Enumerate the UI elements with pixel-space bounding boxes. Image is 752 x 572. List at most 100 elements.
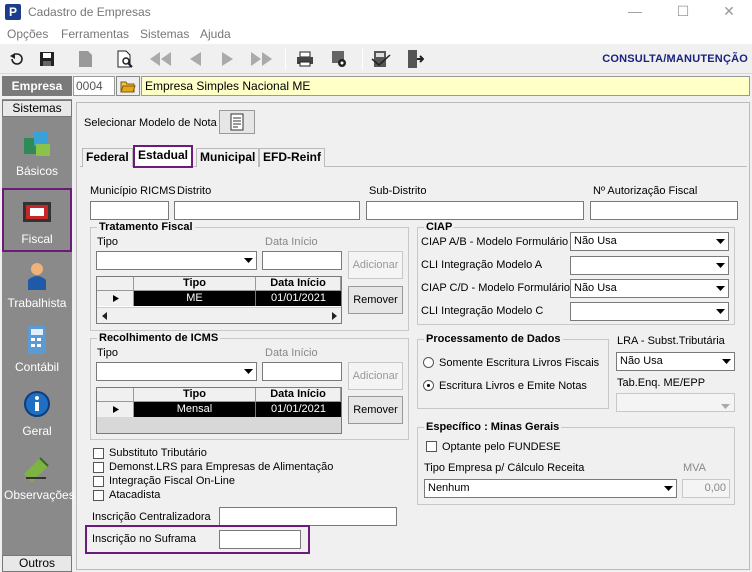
sidebar-item-observacoes[interactable]: Observações — [4, 446, 75, 506]
recolhimento-tipo-select[interactable] — [96, 362, 257, 381]
inscricao-centralizadora-label: Inscrição Centralizadora — [92, 511, 211, 523]
sidebar-item-label: Geral — [22, 424, 52, 438]
autorizacao-label: Nº Autorização Fiscal — [593, 185, 698, 197]
tab-enq-label: Tab.Enq. ME/EPP — [617, 377, 706, 389]
sidebar-item-basicos[interactable]: Básicos — [4, 122, 70, 182]
cli-a-label: CLI Integração Modelo A — [421, 259, 543, 271]
checkbox-integracao[interactable] — [93, 476, 104, 487]
menu-opcoes[interactable]: Opções — [7, 27, 48, 41]
tab-enq-select[interactable] — [616, 393, 735, 412]
ciap-cd-select[interactable]: Não Usa — [570, 279, 729, 298]
config-print-icon[interactable] — [326, 47, 352, 71]
select-model-button[interactable] — [219, 110, 255, 134]
exit-door-icon[interactable] — [402, 47, 428, 71]
tratamento-data-label: Data Início — [265, 236, 318, 248]
undo-icon[interactable] — [4, 47, 30, 71]
checkbox-atacadista[interactable] — [93, 490, 104, 501]
sidebar-header[interactable]: Sistemas — [2, 100, 72, 117]
lra-select[interactable]: Não Usa — [616, 352, 735, 371]
maximize-button[interactable]: ☐ — [660, 0, 706, 24]
toolbar-separator — [362, 48, 363, 70]
close-button[interactable]: ✕ — [706, 0, 752, 24]
checkbox-demonst[interactable] — [93, 462, 104, 473]
minimize-button[interactable]: — — [612, 0, 658, 24]
inscricao-centralizadora-field[interactable] — [219, 507, 397, 526]
table-row[interactable]: Mensal — [134, 402, 256, 417]
lra-label: LRA - Subst.Tributária — [617, 335, 725, 347]
tratamento-title: Tratamento Fiscal — [97, 221, 195, 233]
tipo-empresa-value: Nenhum — [428, 482, 470, 494]
mva-field[interactable]: 0,00 — [682, 479, 730, 498]
recolhimento-data-field[interactable] — [262, 362, 342, 381]
sidebar-item-geral[interactable]: Geral — [4, 382, 70, 442]
tab-municipal[interactable]: Municipal — [196, 148, 260, 167]
horizontal-scrollbar[interactable] — [97, 307, 341, 323]
empresa-label: Empresa — [2, 76, 72, 96]
table-row[interactable]: 01/01/2021 — [256, 291, 341, 306]
checkbox-fundese[interactable] — [426, 441, 437, 452]
previous-record-icon — [182, 47, 208, 71]
distrito-label: Distrito — [177, 185, 212, 197]
checkbox-demonst-label: Demonst.LRS para Empresas de Alimentação — [109, 461, 334, 473]
tab-estadual[interactable]: Estadual — [132, 145, 194, 168]
recolhimento-remove-button[interactable]: Remover — [348, 396, 403, 424]
subdistrito-label: Sub-Distrito — [369, 185, 427, 197]
preview-icon[interactable] — [112, 47, 138, 71]
chevron-down-icon — [661, 481, 675, 496]
tab-federal[interactable]: Federal — [82, 148, 133, 167]
recolhimento-add-button[interactable]: Adicionar — [348, 362, 403, 390]
cli-a-select[interactable] — [570, 256, 729, 275]
menu-ajuda[interactable]: Ajuda — [200, 27, 231, 41]
tratamento-add-button[interactable]: Adicionar — [348, 251, 403, 279]
tratamento-tipo-select[interactable] — [96, 251, 257, 270]
checkbox-substituto[interactable] — [93, 448, 104, 459]
municipio-field[interactable] — [90, 201, 169, 220]
cli-c-select[interactable] — [570, 302, 729, 321]
chevron-down-icon — [713, 304, 727, 319]
sidebar-item-trabalhista[interactable]: Trabalhista — [4, 254, 70, 314]
chevron-down-icon — [713, 281, 727, 296]
menu-sistemas[interactable]: Sistemas — [140, 27, 189, 41]
sidebar-item-label: Trabalhista — [7, 296, 67, 310]
tipo-empresa-select[interactable]: Nenhum — [424, 479, 677, 498]
processamento-title: Processamento de Dados — [424, 333, 563, 345]
processamento-group — [417, 339, 609, 409]
checkbox-integracao-label: Integração Fiscal On-Line — [109, 475, 235, 487]
tratamento-data-field[interactable] — [262, 251, 342, 270]
menu-ferramentas[interactable]: Ferramentas — [61, 27, 129, 41]
table-row[interactable]: 01/01/2021 — [256, 402, 341, 417]
app-icon: P — [5, 4, 21, 20]
empresa-name-field[interactable]: Empresa Simples Nacional ME — [141, 76, 750, 96]
autorizacao-field[interactable] — [590, 201, 738, 220]
distrito-field[interactable] — [174, 201, 360, 220]
table-row[interactable]: ME — [134, 291, 256, 306]
ciap-ab-select[interactable]: Não Usa — [570, 232, 729, 251]
chevron-down-icon — [713, 234, 727, 249]
radio-somente-escritura[interactable] — [423, 357, 434, 368]
cli-c-label: CLI Integração Modelo C — [421, 305, 544, 317]
grid-header-tipo: Tipo — [134, 277, 256, 291]
register-icon — [20, 196, 54, 228]
chevron-down-icon — [241, 253, 255, 268]
minas-title: Específico : Minas Gerais — [424, 421, 562, 433]
open-folder-icon[interactable] — [116, 76, 140, 96]
ciap-title: CIAP — [424, 221, 455, 233]
subdistrito-field[interactable] — [366, 201, 584, 220]
sidebar-item-fiscal[interactable]: Fiscal — [2, 188, 72, 252]
row-pointer-icon — [113, 406, 119, 413]
save-icon[interactable] — [34, 47, 60, 71]
grid-corner — [97, 388, 134, 402]
tratamento-remove-button[interactable]: Remover — [348, 286, 403, 314]
document-list-icon — [230, 113, 244, 131]
sidebar-footer[interactable]: Outros — [2, 555, 72, 572]
toolbar-separator — [285, 48, 286, 70]
print-icon[interactable] — [292, 47, 318, 71]
inscricao-suframa-field[interactable] — [219, 530, 301, 549]
tab-efd-reinf[interactable]: EFD-Reinf — [259, 148, 325, 167]
grid-header-data: Data Início — [256, 277, 341, 291]
recolhimento-tipo-label: Tipo — [97, 347, 118, 359]
empresa-code-field[interactable]: 0004 — [73, 76, 115, 96]
radio-escritura-emite[interactable] — [423, 380, 434, 391]
calculator-tool-icon[interactable] — [368, 47, 394, 71]
sidebar-item-contabil[interactable]: Contábil — [4, 318, 70, 378]
